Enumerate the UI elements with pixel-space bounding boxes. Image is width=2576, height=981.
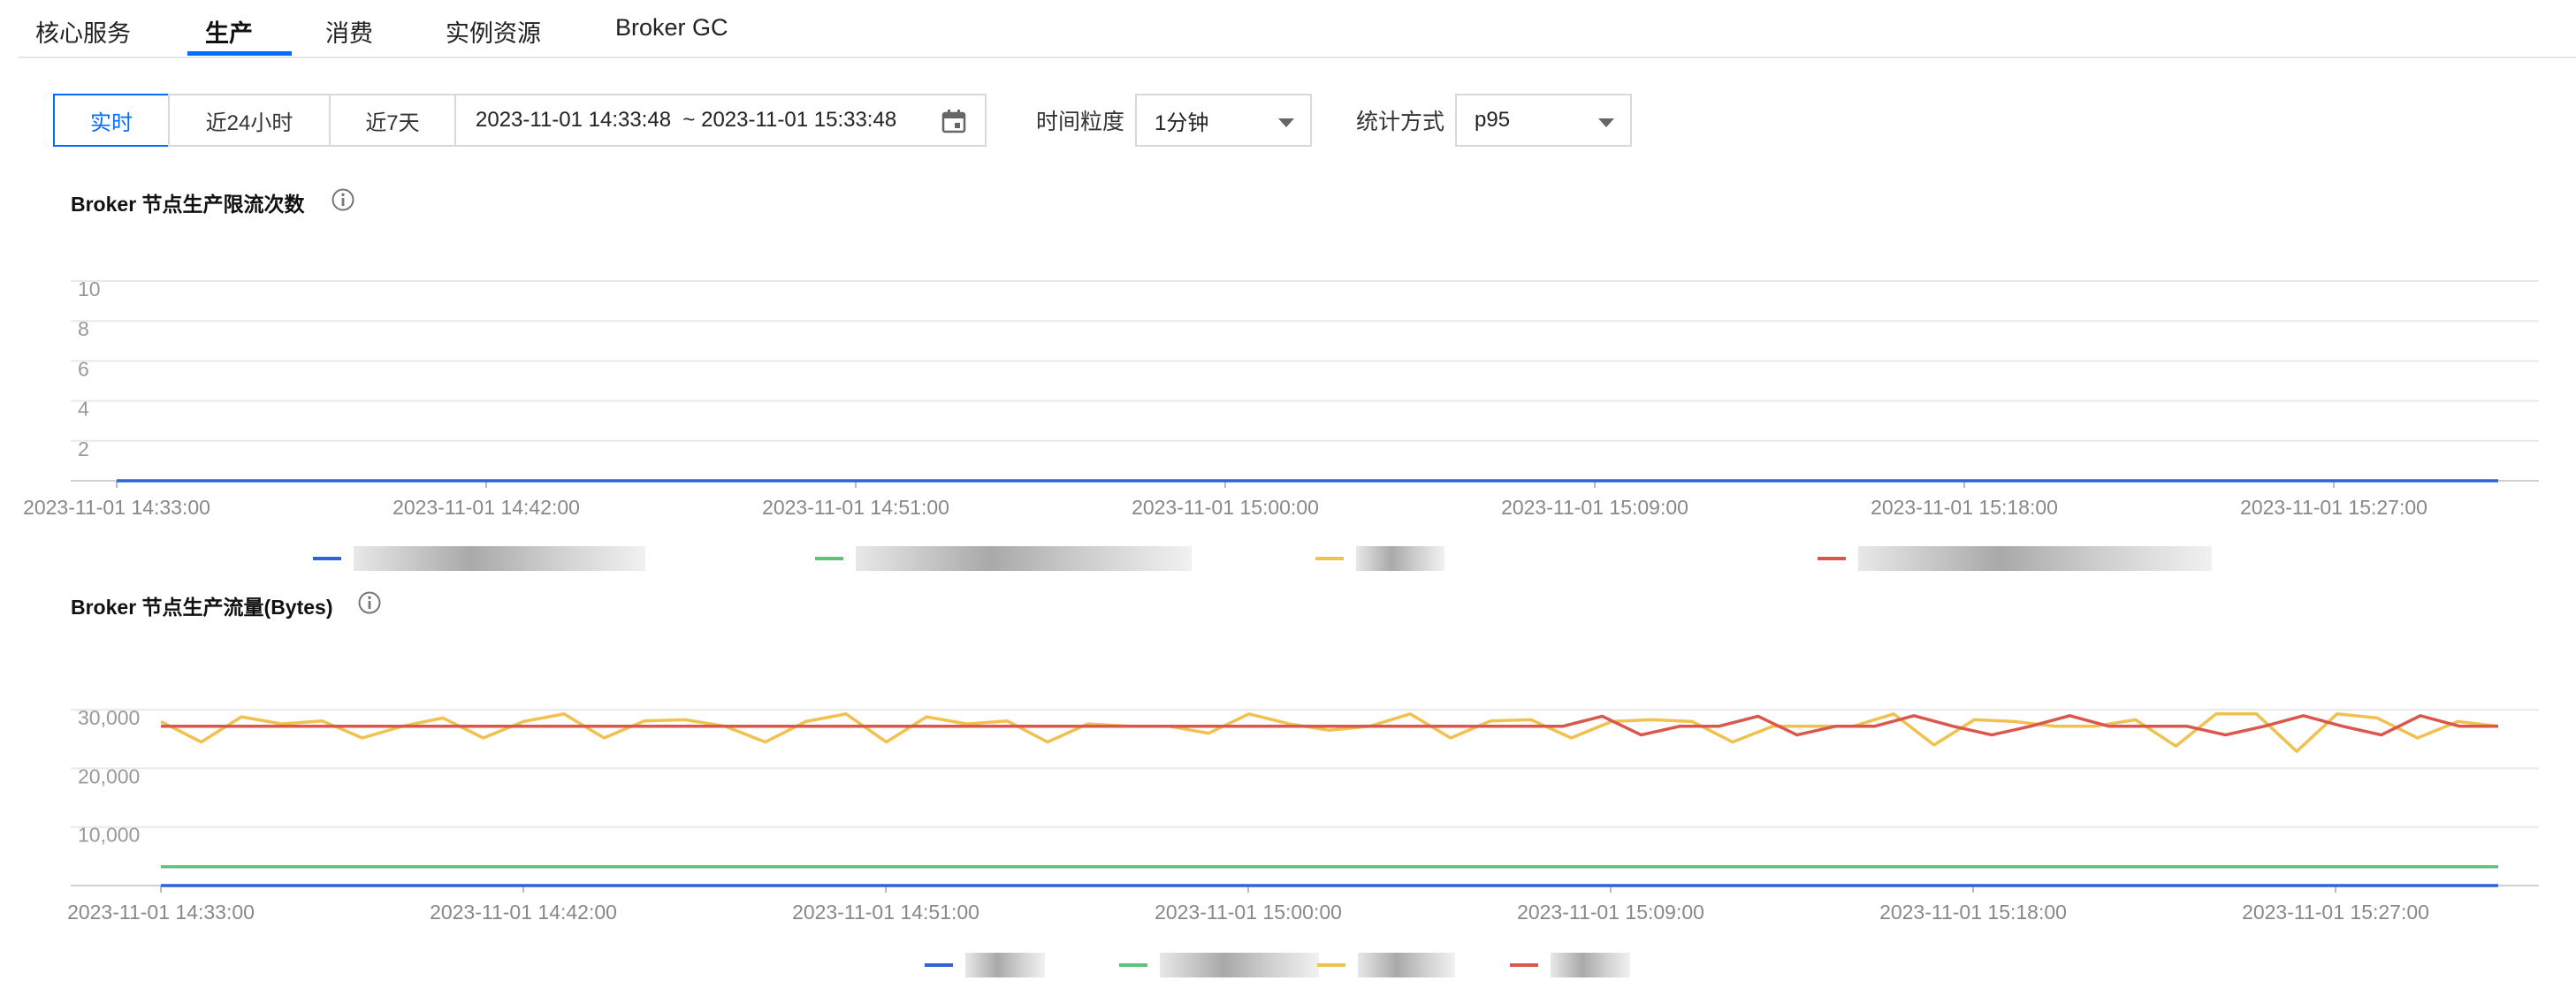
x-tick-label: 2023-11-01 15:27:00 [2240, 496, 2427, 519]
stat-method-label: 统计方式 [1356, 110, 1445, 134]
info-icon[interactable] [357, 590, 382, 615]
tab-instance-resources[interactable]: 实例资源 [446, 14, 541, 49]
range-realtime-button[interactable]: 实时 [53, 94, 170, 147]
x-tick-label: 2023-11-01 15:27:00 [2242, 901, 2429, 924]
legend-swatch[interactable] [1119, 963, 1147, 967]
legend-label-redacted[interactable] [354, 546, 645, 571]
granularity-label: 时间粒度 [1036, 110, 1125, 134]
range-24h-button[interactable]: 近24小时 [168, 94, 331, 147]
legend-label-redacted[interactable] [1160, 953, 1319, 977]
produce-traffic-chart: 10,000 20,000 30,000 2023-11-01 14:33:00 202… [67, 706, 2539, 924]
legend-swatch[interactable] [1317, 963, 1345, 967]
y-tick-label: 30,000 [78, 706, 140, 729]
granularity-select[interactable]: 1分钟 [1135, 94, 1312, 147]
stat-method-value: p95 [1475, 108, 1511, 132]
legend-swatch[interactable] [313, 557, 341, 560]
range-7d-button[interactable]: 近7天 [329, 94, 456, 147]
y-tick-label: 20,000 [78, 764, 140, 787]
series-line-2 [160, 712, 2499, 753]
x-tick-label: 2023-11-01 15:18:00 [1879, 901, 2067, 924]
x-tick-label: 2023-11-01 14:33:00 [67, 901, 255, 924]
x-tick-label: 2023-11-01 15:18:00 [1871, 496, 2058, 519]
tab-bar: 核心服务 生产 消费 实例资源 Broker GC [18, 0, 2576, 58]
stat-method-select[interactable]: p95 [1455, 94, 1632, 147]
tab-core-service[interactable]: 核心服务 [35, 14, 131, 49]
y-tick-label: 8 [78, 317, 89, 340]
throttle-count-chart: 2 4 6 8 10 2023-11-01 14:33:00 2023-11-01 14:4… [23, 278, 2539, 519]
x-tick-label: 2023-11-01 15:00:00 [1155, 901, 1342, 924]
legend-label-redacted[interactable] [1356, 546, 1444, 571]
legend-label-redacted[interactable] [965, 953, 1045, 977]
chart1-legend [0, 537, 2576, 573]
legend-label-redacted[interactable] [1358, 953, 1455, 977]
y-tick-label: 10,000 [78, 824, 140, 847]
tab-consume[interactable]: 消费 [325, 14, 373, 49]
y-tick-label: 2 [78, 437, 89, 460]
chevron-down-icon [1598, 118, 1614, 127]
chart2-title: Broker 节点生产流量(Bytes) [71, 596, 333, 619]
active-tab-indicator [187, 51, 292, 56]
chart1-title: Broker 节点生产限流次数 [71, 193, 305, 216]
info-icon[interactable] [331, 187, 355, 212]
legend-label-redacted[interactable] [1551, 953, 1630, 977]
y-tick-label: 10 [78, 278, 101, 300]
calendar-icon[interactable] [941, 108, 967, 134]
y-tick-label: 6 [78, 357, 89, 380]
chart2-legend [0, 944, 2576, 979]
x-tick-label: 2023-11-01 14:42:00 [392, 496, 580, 519]
legend-swatch[interactable] [1510, 963, 1538, 967]
chevron-down-icon [1278, 118, 1294, 127]
x-tick-label: 2023-11-01 15:09:00 [1501, 496, 1688, 519]
x-tick-label: 2023-11-01 14:42:00 [430, 901, 617, 924]
series-line-3 [161, 714, 2498, 737]
legend-swatch[interactable] [1315, 557, 1344, 560]
x-tick-label: 2023-11-01 15:00:00 [1132, 496, 1319, 519]
date-range-picker[interactable]: 2023-11-01 14:33:48 ~ 2023-11-01 15:33:4… [454, 94, 987, 147]
legend-swatch[interactable] [925, 963, 953, 967]
tab-broker-gc[interactable]: Broker GC [615, 14, 728, 42]
y-tick-label: 4 [78, 398, 89, 421]
x-tick-label: 2023-11-01 14:51:00 [762, 496, 949, 519]
date-range-text: 2023-11-01 14:33:48 ~ 2023-11-01 15:33:4… [476, 108, 897, 132]
legend-swatch[interactable] [1818, 557, 1846, 560]
tab-produce[interactable]: 生产 [205, 14, 253, 49]
x-tick-label: 2023-11-01 15:09:00 [1517, 901, 1704, 924]
legend-label-redacted[interactable] [1858, 546, 2212, 571]
legend-label-redacted[interactable] [856, 546, 1192, 571]
legend-swatch[interactable] [815, 557, 843, 560]
x-tick-label: 2023-11-01 14:33:00 [23, 496, 210, 519]
x-tick-label: 2023-11-01 14:51:00 [792, 901, 979, 924]
granularity-value: 1分钟 [1155, 110, 1209, 135]
